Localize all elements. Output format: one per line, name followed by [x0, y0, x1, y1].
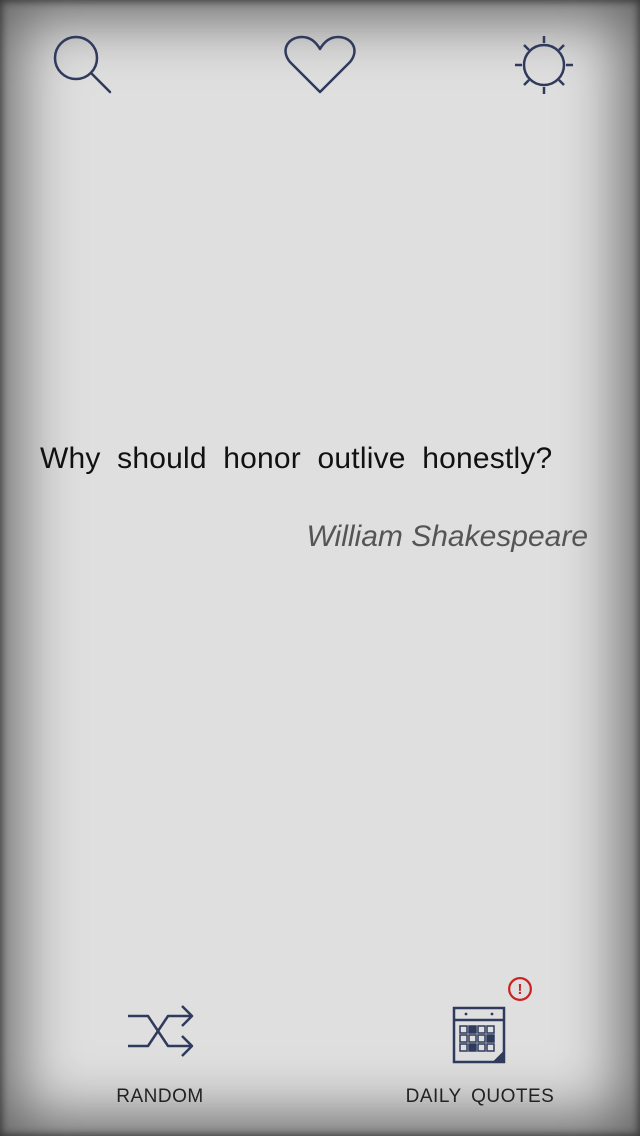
random-button[interactable]: RANDOM: [100, 1000, 220, 1110]
app-screen: Why should honor outlive honestly? Willi…: [0, 0, 640, 1136]
shuffle-icon: [128, 1005, 194, 1057]
quote-text: Why should honor outlive honestly?: [40, 442, 553, 475]
search-button[interactable]: [50, 32, 114, 96]
favorites-button[interactable]: [282, 34, 358, 96]
daily-quotes-button[interactable]: DAILY QUOTES: [400, 1000, 560, 1110]
alert-mark: !: [518, 982, 523, 998]
random-label: RANDOM: [116, 1086, 204, 1107]
search-icon: [53, 35, 112, 94]
settings-button[interactable]: [512, 34, 576, 96]
quote-author: William Shakespeare: [306, 520, 588, 553]
alert-icon: !: [508, 977, 532, 1001]
heart-icon: [284, 35, 356, 94]
sun-icon: [515, 36, 573, 94]
daily-quotes-label: DAILY QUOTES: [405, 1086, 555, 1107]
calendar-icon: [452, 1006, 506, 1064]
